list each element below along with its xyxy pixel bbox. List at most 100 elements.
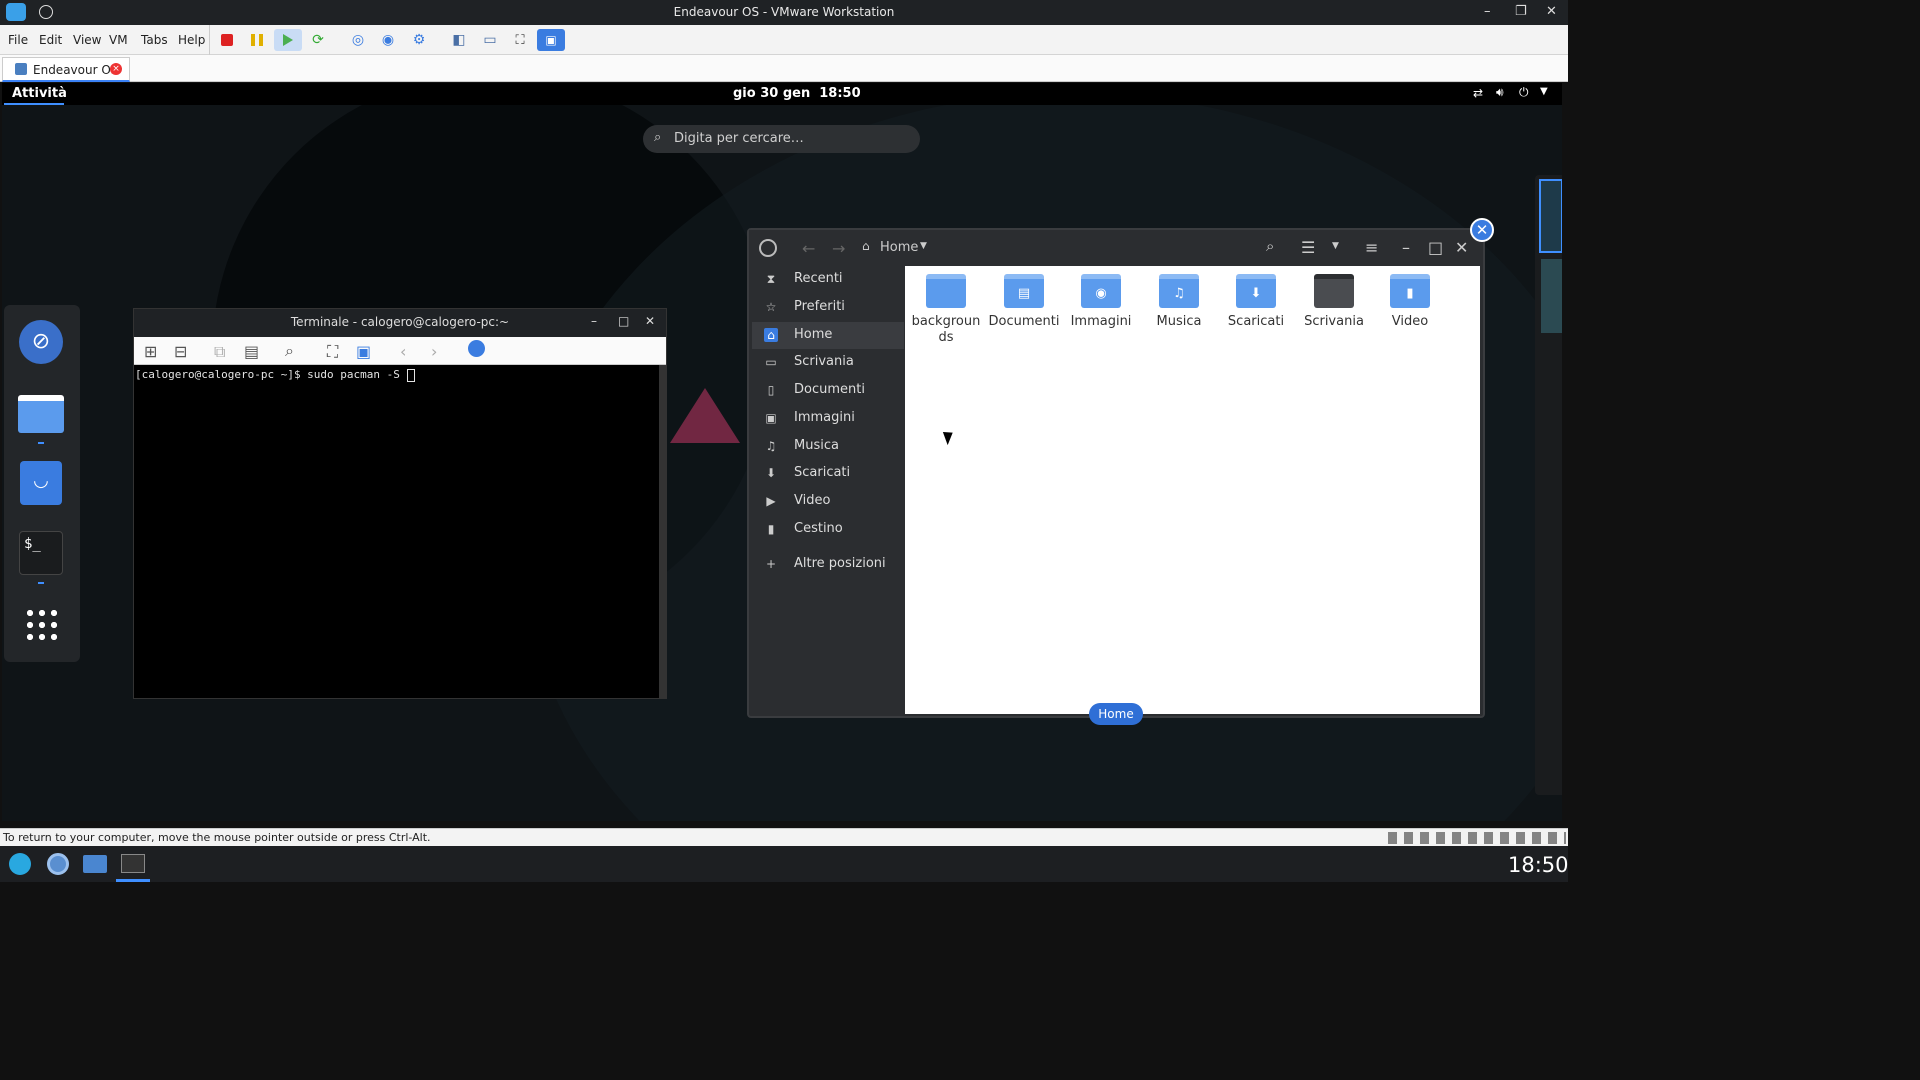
status-text: To return to your computer, move the mou… (3, 831, 431, 844)
chevron-down-icon[interactable]: ▼ (1540, 86, 1548, 97)
menu-help[interactable]: Help (178, 33, 205, 47)
activities-button[interactable]: Attività (12, 86, 67, 101)
workspace-thumbnails[interactable] (1535, 175, 1562, 795)
terminal-scrollbar[interactable] (659, 365, 666, 698)
folder-item[interactable]: ▤ Documenti (985, 274, 1063, 330)
taskbar-clock[interactable]: 18:50 (1508, 853, 1568, 877)
network-icon[interactable]: ⇄ (1473, 86, 1483, 100)
sidebar-item-documenti[interactable]: ▯ Documenti (752, 377, 904, 404)
suspend-button[interactable] (246, 29, 268, 51)
sidebar-item-video[interactable]: ▶ Video (752, 488, 904, 515)
tab-close-icon[interactable]: × (110, 63, 122, 75)
clock[interactable]: gio 30 gen 18:50 (733, 86, 861, 101)
menu-vm[interactable]: VM (109, 33, 128, 47)
menu-edit[interactable]: Edit (39, 33, 62, 47)
sidebar-item-preferiti[interactable]: ☆ Preferiti (752, 294, 904, 321)
terminal-close-button[interactable]: ✕ (645, 314, 655, 328)
dock-app-grid[interactable] (18, 601, 64, 647)
paste-icon[interactable]: ▤ (244, 342, 259, 361)
restore-button[interactable]: ❐ (1515, 4, 1527, 19)
dock-browser[interactable]: ⊘ (18, 319, 64, 365)
vm-window-icon[interactable] (121, 854, 145, 873)
revert-snapshot-button[interactable]: ◉ (377, 29, 399, 51)
forward-icon[interactable]: › (431, 342, 437, 361)
terminal-title-bar[interactable]: Terminale - calogero@calogero-pc:~ – □ ✕ (134, 309, 666, 337)
close-button[interactable]: ✕ (1546, 4, 1557, 19)
folder-icon[interactable] (83, 855, 107, 873)
power-off-button[interactable] (216, 29, 238, 51)
terminal-minimize-button[interactable]: – (591, 314, 597, 328)
folder-item[interactable]: ⬇ Scaricati (1217, 274, 1295, 330)
terminal-output[interactable]: [calogero@calogero-pc ~]$ sudo pacman -S (134, 365, 666, 698)
files-maximize-button[interactable]: □ (1428, 238, 1443, 257)
fullscreen-button[interactable]: ⛶ (509, 29, 531, 51)
search-input[interactable]: ⌕ Digita per cercare… (643, 125, 920, 153)
workspace-thumb-1[interactable] (1539, 179, 1562, 253)
dock-files[interactable] (18, 391, 64, 437)
path-dropdown-icon[interactable]: ▼ (920, 241, 927, 251)
terminal-maximize-button[interactable]: □ (618, 314, 629, 328)
copy-icon[interactable]: ⧉ (214, 342, 225, 362)
search-icon[interactable]: ⌕ (1266, 237, 1274, 255)
sidebar-item-cestino[interactable]: ▮ Cestino (752, 516, 904, 543)
forward-icon[interactable]: → (832, 239, 845, 258)
files-main-view[interactable]: backgroun ds ▤ Documenti ◉ Immagini ♫ Musica ⬇ Sc… (905, 266, 1480, 714)
files-minimize-button[interactable]: – (1402, 238, 1410, 257)
sidebar-other-locations[interactable]: + Altre posizioni (752, 551, 904, 578)
folder-icon: ▤ (1004, 274, 1044, 308)
path-bar-home[interactable]: Home (880, 240, 918, 255)
files-close-button[interactable]: ✕ (1455, 238, 1468, 257)
fullscreen-icon[interactable]: ⛶ (327, 342, 338, 362)
chrome-icon[interactable] (47, 853, 69, 875)
dock-software[interactable]: ◡ (18, 460, 64, 506)
terminal-icon: $_ (19, 531, 63, 575)
volume-icon[interactable]: 🔊︎ (1496, 85, 1504, 100)
back-icon[interactable]: ← (802, 239, 815, 258)
sidebar-item-scrivania[interactable]: ▭ Scrivania (752, 349, 904, 376)
device-icons[interactable] (1388, 832, 1566, 844)
sidebar-item-immagini[interactable]: ▣ Immagini (752, 405, 904, 432)
view-dropdown-icon[interactable]: ▼ (1332, 241, 1339, 251)
sidebar-item-scaricati[interactable]: ⬇ Scaricati (752, 460, 904, 487)
unity-button[interactable]: ▣ (537, 29, 565, 51)
folder-item[interactable]: ◉ Immagini (1062, 274, 1140, 330)
menu-file[interactable]: File (8, 33, 28, 47)
snapshot-manager-button[interactable]: ⚙ (408, 29, 430, 51)
back-icon[interactable]: ‹ (400, 342, 406, 361)
snapshot-button[interactable]: ◎ (347, 29, 369, 51)
folder-item[interactable]: ▮ Video (1371, 274, 1449, 330)
sidebar-item-musica[interactable]: ♫ Musica (752, 433, 904, 460)
folder-item[interactable]: Scrivania (1295, 274, 1373, 330)
menu-icon[interactable]: ≡ (1365, 238, 1378, 257)
document-icon: ▯ (767, 383, 775, 397)
new-tab-icon[interactable]: ⊞ (144, 342, 157, 361)
tab-endeavour-os[interactable]: Endeavour OS × (2, 57, 130, 82)
library-button[interactable]: ◧ (448, 29, 470, 51)
folder-item[interactable]: ♫ Musica (1140, 274, 1218, 330)
minimize-button[interactable]: – (1484, 4, 1491, 19)
power-on-button[interactable] (274, 29, 302, 51)
folder-item[interactable]: backgroun ds (907, 274, 985, 345)
new-window-icon[interactable]: ⊟ (174, 342, 187, 361)
toggle-icon[interactable]: ▣ (356, 342, 371, 361)
files-window[interactable]: ← → ⌂ Home ▼ ⌕ ☰ ▼ ≡ – □ ✕ ⧗ Recenti ☆ Pref… (747, 228, 1485, 718)
folder-label: Musica (1156, 314, 1202, 329)
sidebar-item-home[interactable]: ⌂ Home (752, 322, 904, 349)
terminal-window[interactable]: Terminale - calogero@calogero-pc:~ – □ ✕… (133, 308, 667, 699)
unity-icon: ▣ (545, 33, 557, 47)
help-icon[interactable] (468, 340, 485, 357)
overview-close-icon[interactable]: ✕ (1470, 218, 1494, 242)
vmware-taskbar-icon[interactable] (9, 853, 31, 875)
sidebar-item-recenti[interactable]: ⧗ Recenti (752, 266, 904, 293)
power-icon[interactable]: ⏻ (1519, 85, 1529, 100)
dock-terminal[interactable]: $_ (18, 530, 64, 576)
view-list-icon[interactable]: ☰ (1301, 238, 1315, 257)
menu-tabs[interactable]: Tabs (141, 33, 168, 47)
folder-icon: ◉ (1081, 274, 1121, 308)
reset-button[interactable]: ⟳ (307, 29, 329, 51)
workspace-thumb-2[interactable] (1541, 259, 1562, 333)
thumbnail-bar-button[interactable]: ▭ (479, 29, 501, 51)
vm-display[interactable]: Attività gio 30 gen 18:50 ⇄ 🔊︎ ⏻ ▼ ⌕ Dig… (2, 83, 1562, 821)
menu-view[interactable]: View (73, 33, 101, 47)
find-icon[interactable]: ⌕ (285, 341, 294, 361)
